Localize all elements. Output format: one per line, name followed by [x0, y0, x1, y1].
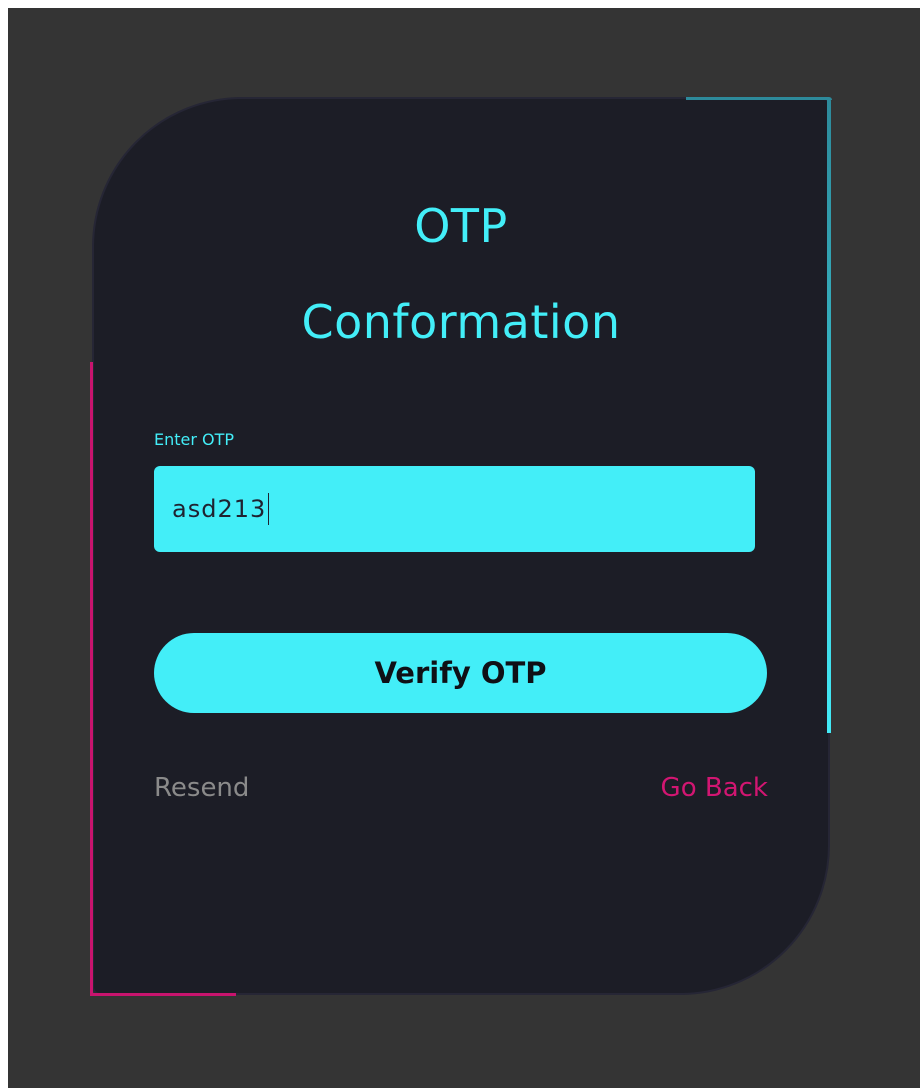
- card-accent-left: [90, 362, 93, 996]
- title-line-1: OTP: [414, 199, 508, 253]
- otp-input-value: asd213: [172, 495, 267, 523]
- verify-otp-button[interactable]: Verify OTP: [154, 633, 767, 713]
- resend-link[interactable]: Resend: [154, 770, 249, 806]
- card-accent-top: [686, 97, 832, 100]
- title-line-2: Conformation: [301, 295, 621, 349]
- verify-otp-button-label: Verify OTP: [374, 656, 547, 690]
- text-caret: [268, 493, 270, 525]
- card-accent-bottom: [90, 993, 236, 996]
- page-title: OTP Conformation: [92, 178, 830, 370]
- otp-input[interactable]: asd213: [154, 466, 755, 552]
- go-back-link[interactable]: Go Back: [661, 770, 768, 806]
- otp-field-label: Enter OTP: [154, 430, 235, 449]
